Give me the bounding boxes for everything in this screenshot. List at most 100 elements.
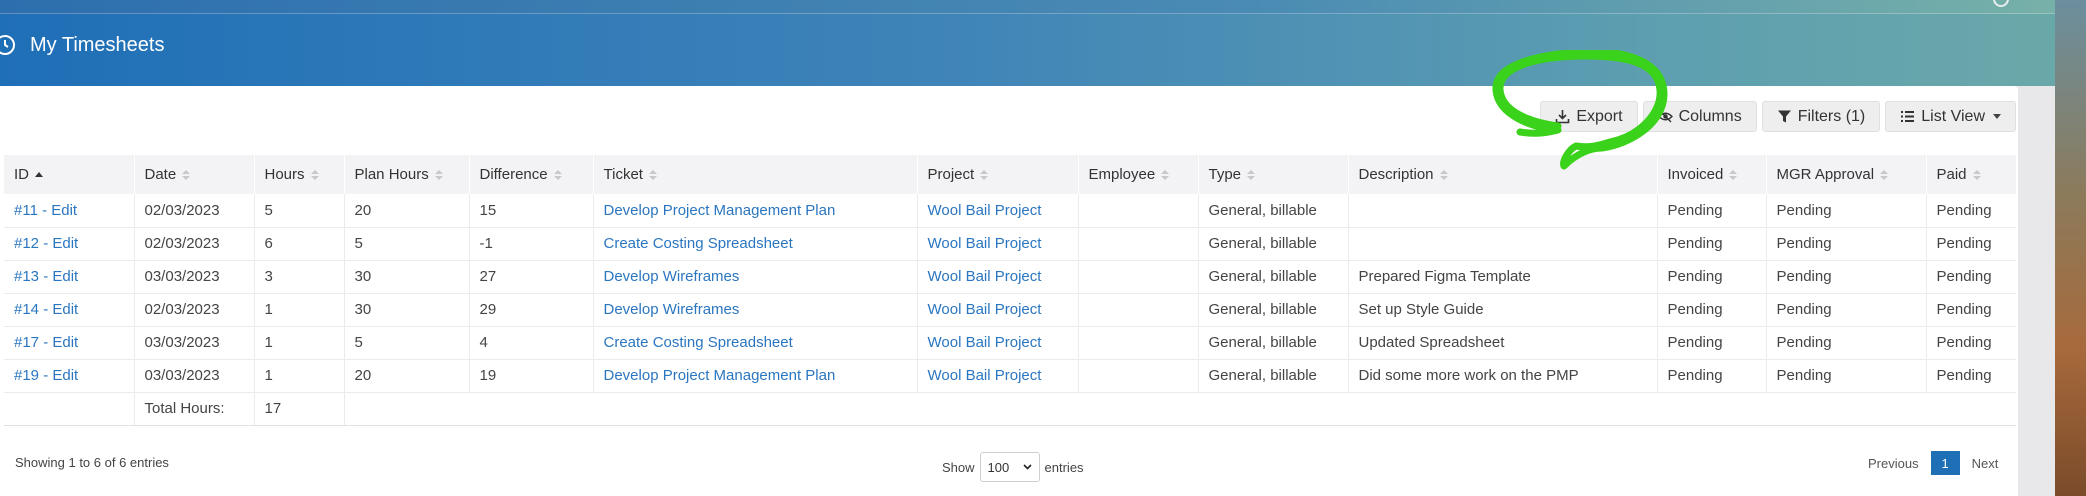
export-button[interactable]: Export xyxy=(1540,101,1638,132)
column-header-mgr-approval[interactable]: MGR Approval xyxy=(1766,155,1927,194)
ticket-link[interactable]: Develop Wireframes xyxy=(604,301,740,318)
column-header-ticket[interactable]: Ticket xyxy=(593,155,918,194)
paid-cell: Pending xyxy=(1926,260,2016,294)
project-link[interactable]: Wool Bail Project xyxy=(928,334,1042,351)
table-row: #12 - Edit 02/03/2023 6 5 -1 Create Cost… xyxy=(4,227,2016,261)
paid-cell: Pending xyxy=(1926,293,2016,327)
next-page-button[interactable]: Next xyxy=(1968,452,2003,475)
difference-cell: 27 xyxy=(469,260,594,294)
eye-slash-icon xyxy=(1657,110,1673,123)
column-label: Invoiced xyxy=(1667,166,1724,183)
table-row: #14 - Edit 02/03/2023 1 30 29 Develop Wi… xyxy=(4,293,2016,327)
edit-link[interactable]: #13 - Edit xyxy=(14,268,78,285)
id-cell: #13 - Edit xyxy=(4,260,135,294)
paid-cell: Pending xyxy=(1926,326,2016,360)
empty-cell xyxy=(1348,392,1657,426)
project-cell: Wool Bail Project xyxy=(917,326,1079,360)
ticket-link[interactable]: Develop Wireframes xyxy=(604,268,740,285)
hours-cell: 1 xyxy=(254,293,345,327)
top-nav-strip xyxy=(0,0,2086,14)
columns-button[interactable]: Columns xyxy=(1642,101,1757,132)
difference-cell: 29 xyxy=(469,293,594,327)
column-header-invoiced[interactable]: Invoiced xyxy=(1657,155,1767,194)
column-header-paid[interactable]: Paid xyxy=(1926,155,2016,194)
empty-cell xyxy=(1926,392,2016,426)
column-header-difference[interactable]: Difference xyxy=(469,155,594,194)
plan-hours-cell: 20 xyxy=(344,359,470,393)
sort-icon xyxy=(1880,170,1889,181)
ticket-link[interactable]: Develop Project Management Plan xyxy=(604,202,836,219)
project-link[interactable]: Wool Bail Project xyxy=(928,301,1042,318)
column-label: Paid xyxy=(1936,166,1967,183)
column-label: ID xyxy=(14,166,29,183)
mgr-approval-cell: Pending xyxy=(1766,227,1927,261)
difference-cell: -1 xyxy=(469,227,594,261)
employee-cell xyxy=(1078,260,1199,294)
invoiced-cell: Pending xyxy=(1657,260,1767,294)
ticket-cell: Create Costing Spreadsheet xyxy=(593,227,918,261)
list-view-label: List View xyxy=(1921,107,1985,125)
page-header: My Timesheets xyxy=(0,0,2086,86)
project-link[interactable]: Wool Bail Project xyxy=(928,367,1042,384)
empty-cell xyxy=(593,392,917,426)
ticket-link[interactable]: Develop Project Management Plan xyxy=(604,367,836,384)
ticket-link[interactable]: Create Costing Spreadsheet xyxy=(604,235,793,252)
ticket-link[interactable]: Create Costing Spreadsheet xyxy=(604,334,793,351)
edit-link[interactable]: #11 - Edit xyxy=(14,202,77,219)
column-header-employee[interactable]: Employee xyxy=(1078,155,1199,194)
filters-button[interactable]: Filters (1) xyxy=(1761,101,1881,132)
column-label: MGR Approval xyxy=(1776,166,1875,183)
ticket-cell: Develop Project Management Plan xyxy=(593,194,918,228)
project-cell: Wool Bail Project xyxy=(917,227,1079,261)
export-label: Export xyxy=(1576,107,1623,125)
total-row: Total Hours: 17 xyxy=(4,392,2016,426)
difference-cell: 19 xyxy=(469,359,594,393)
page-title: My Timesheets xyxy=(0,28,164,62)
column-label: Difference xyxy=(479,166,548,183)
chevron-down-icon xyxy=(1022,464,1032,470)
edit-link[interactable]: #14 - Edit xyxy=(14,301,78,318)
page-length-control: Show 100 entries xyxy=(942,452,1084,482)
column-header-plan-hours[interactable]: Plan Hours xyxy=(344,155,470,194)
page-length-value: 100 xyxy=(987,459,1010,475)
sort-icon xyxy=(553,170,562,181)
employee-cell xyxy=(1078,359,1199,393)
type-cell: General, billable xyxy=(1198,293,1349,327)
page-length-select[interactable]: 100 xyxy=(979,452,1040,482)
edit-link[interactable]: #17 - Edit xyxy=(14,334,78,351)
table-header-row: ID Date Hours Plan Hours Difference Tick… xyxy=(4,155,2016,194)
column-header-date[interactable]: Date xyxy=(134,155,255,194)
empty-cell xyxy=(917,392,1078,426)
difference-cell: 4 xyxy=(469,326,594,360)
plan-hours-cell: 20 xyxy=(344,194,470,228)
description-cell xyxy=(1348,194,1658,228)
sort-icon xyxy=(310,170,319,181)
type-cell: General, billable xyxy=(1198,260,1349,294)
column-header-description[interactable]: Description xyxy=(1348,155,1658,194)
column-label: Hours xyxy=(264,166,305,183)
column-label: Project xyxy=(927,166,975,183)
invoiced-cell: Pending xyxy=(1657,326,1767,360)
column-header-hours[interactable]: Hours xyxy=(254,155,345,194)
employee-cell xyxy=(1078,293,1199,327)
project-link[interactable]: Wool Bail Project xyxy=(928,202,1042,219)
invoiced-cell: Pending xyxy=(1657,227,1767,261)
edit-link[interactable]: #19 - Edit xyxy=(14,367,78,384)
project-link[interactable]: Wool Bail Project xyxy=(928,268,1042,285)
description-cell: Did some more work on the PMP xyxy=(1348,359,1658,393)
edit-link[interactable]: #12 - Edit xyxy=(14,235,78,252)
column-header-type[interactable]: Type xyxy=(1198,155,1349,194)
invoiced-cell: Pending xyxy=(1657,194,1767,228)
empty-cell xyxy=(1198,392,1348,426)
column-header-id[interactable]: ID xyxy=(4,155,135,194)
project-link[interactable]: Wool Bail Project xyxy=(928,235,1042,252)
id-cell: #11 - Edit xyxy=(4,194,135,228)
project-cell: Wool Bail Project xyxy=(917,194,1079,228)
timesheets-table: ID Date Hours Plan Hours Difference Tick… xyxy=(4,155,2016,426)
list-view-button[interactable]: List View xyxy=(1885,101,2016,132)
previous-page-button[interactable]: Previous xyxy=(1864,452,1923,475)
date-cell: 03/03/2023 xyxy=(134,326,255,360)
column-header-project[interactable]: Project xyxy=(917,155,1079,194)
page-1-button[interactable]: 1 xyxy=(1930,451,1960,475)
plan-hours-cell: 30 xyxy=(344,260,470,294)
